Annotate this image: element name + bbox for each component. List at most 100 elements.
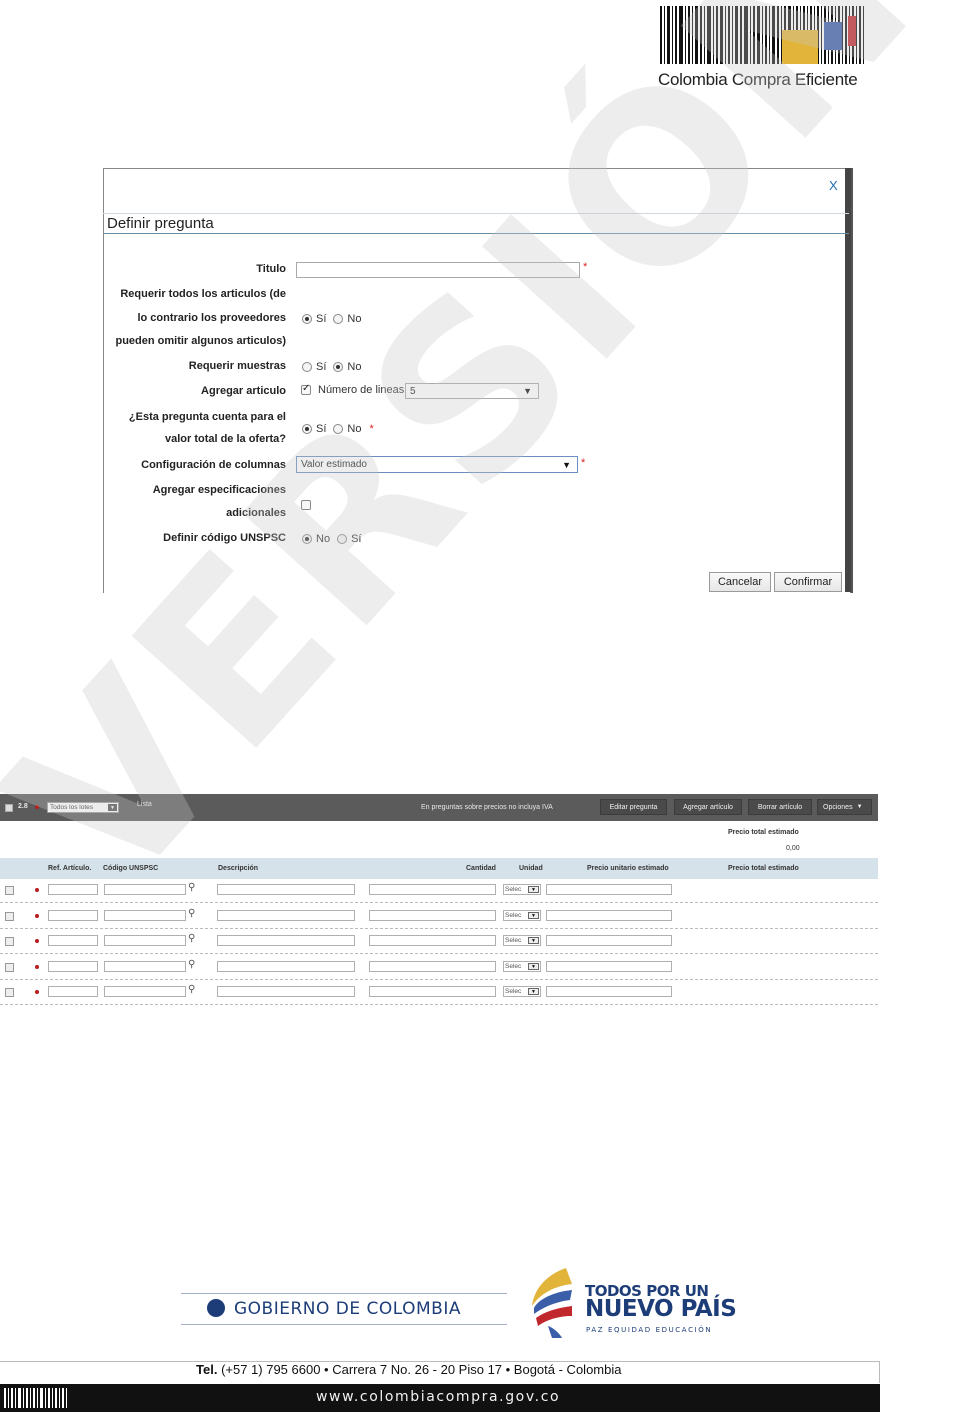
cuenta-valor-si-label: Sí (316, 423, 327, 435)
row-checkbox[interactable] (5, 937, 14, 946)
barcode-icon (4, 1388, 67, 1408)
search-icon[interactable]: ⚲ (188, 908, 195, 919)
delete-item-button[interactable]: Borrar artículo (748, 799, 812, 815)
unidad-placeholder: Selec (505, 963, 522, 970)
edit-question-button[interactable]: Editar pregunta (600, 799, 667, 815)
agregar-articulo-label: Agregar articulo (201, 385, 286, 397)
unidad-select[interactable]: Selec ▼ (503, 884, 541, 895)
required-bullet-icon (35, 965, 39, 969)
unspsc-options: No Sí (302, 533, 361, 545)
chevron-down-icon: ▼ (528, 912, 539, 919)
requerir-articulos-options: Sí No (302, 313, 361, 325)
todos-line-3: PAZ EQUIDAD EDUCACIÓN (586, 1326, 713, 1334)
unidad-select[interactable]: Selec ▼ (503, 935, 541, 946)
precio-unitario-input[interactable] (546, 986, 672, 997)
descripcion-input[interactable] (217, 986, 355, 997)
todos-por-un-nuevo-pais-logo-icon (532, 1268, 572, 1338)
iva-note: En preguntas sobre precios no incluya IV… (421, 804, 553, 811)
close-button[interactable]: X (829, 178, 838, 193)
precio-unitario-input[interactable] (546, 884, 672, 895)
cuenta-valor-no-radio[interactable] (333, 424, 344, 434)
cuenta-valor-si-radio[interactable] (302, 424, 312, 434)
ref-input[interactable] (48, 884, 98, 895)
col-unspsc: Código UNSPSC (103, 865, 159, 872)
titulo-input[interactable] (296, 262, 580, 278)
numero-lineas-value: 5 (410, 385, 416, 397)
requerir-articulos-label-2: lo contrario los proveedores (137, 312, 286, 324)
search-icon[interactable]: ⚲ (188, 933, 195, 944)
requerir-articulos-no-radio[interactable] (333, 314, 344, 324)
unidad-select[interactable]: Selec ▼ (503, 986, 541, 997)
row-checkbox[interactable] (5, 988, 14, 997)
especificaciones-checkbox[interactable] (301, 500, 311, 510)
search-icon[interactable]: ⚲ (188, 882, 195, 893)
cantidad-input[interactable] (369, 961, 496, 972)
descripcion-input[interactable] (217, 935, 355, 946)
footer-url[interactable]: www.colombiacompra.gov.co (316, 1389, 560, 1405)
todos-line-2: NUEVO PAÍS (585, 1296, 737, 1322)
agregar-articulo-checkbox[interactable] (301, 383, 311, 395)
search-icon[interactable]: ⚲ (188, 984, 195, 995)
ref-input[interactable] (48, 961, 98, 972)
precio-unitario-input[interactable] (546, 910, 672, 921)
unspsc-input[interactable] (104, 986, 186, 997)
ref-input[interactable] (48, 935, 98, 946)
descripcion-input[interactable] (217, 910, 355, 921)
confirm-button[interactable]: Confirmar (774, 572, 842, 592)
precio-unitario-input[interactable] (546, 935, 672, 946)
requerir-muestras-si-radio[interactable] (302, 362, 312, 372)
required-bullet-icon (35, 914, 39, 918)
unspsc-input[interactable] (104, 884, 186, 895)
cantidad-input[interactable] (369, 910, 496, 921)
options-button[interactable]: Opciones ▼ (817, 799, 872, 815)
cantidad-input[interactable] (369, 884, 496, 895)
cuenta-valor-label-2: valor total de la oferta? (164, 433, 286, 445)
descripcion-input[interactable] (217, 884, 355, 895)
cancel-button[interactable]: Cancelar (709, 572, 771, 592)
search-icon[interactable]: ⚲ (188, 959, 195, 970)
chevron-down-icon: ▼ (856, 804, 863, 810)
lote-select[interactable]: Todos los lotes ▼ (47, 802, 119, 813)
requerir-articulos-si-label: Sí (316, 313, 327, 325)
total-label: Precio total estimado (728, 829, 799, 836)
especificaciones-label-1: Agregar especificaciones (152, 484, 286, 496)
row-checkbox[interactable] (5, 963, 14, 972)
lote-select-value: Todos los lotes (50, 804, 93, 811)
unidad-placeholder: Selec (505, 937, 522, 944)
col-unidad: Unidad (519, 865, 543, 872)
add-item-button[interactable]: Agregar artículo (674, 799, 742, 815)
chevron-down-icon: ▼ (528, 963, 539, 970)
row-checkbox[interactable] (5, 912, 14, 921)
cantidad-input[interactable] (369, 935, 496, 946)
unspsc-si-radio[interactable] (337, 534, 348, 544)
cantidad-input[interactable] (369, 986, 496, 997)
chevron-down-icon: ▼ (528, 937, 539, 944)
row-divider (0, 928, 878, 929)
title-divider-top (103, 213, 849, 214)
unspsc-input[interactable] (104, 910, 186, 921)
row-divider (0, 953, 878, 954)
unspsc-input[interactable] (104, 935, 186, 946)
unspsc-no-radio[interactable] (302, 534, 312, 544)
unidad-select[interactable]: Selec ▼ (503, 910, 541, 921)
config-columnas-select[interactable]: Valor estimado ▼ (296, 456, 578, 473)
numero-lineas-select[interactable]: 5 ▼ (405, 383, 539, 399)
contact-details: (+57 1) 795 6600 • Carrera 7 No. 26 - 20… (221, 1362, 622, 1377)
title-divider (103, 233, 849, 234)
requerir-muestras-no-radio[interactable] (333, 362, 344, 372)
unidad-select[interactable]: Selec ▼ (503, 961, 541, 972)
requerir-articulos-si-radio[interactable] (302, 314, 312, 324)
row-divider (0, 902, 878, 903)
ref-input[interactable] (48, 986, 98, 997)
select-all-checkbox[interactable] (5, 804, 13, 812)
contact-info: Tel. (+57 1) 795 6600 • Carrera 7 No. 26… (196, 1362, 621, 1377)
precio-unitario-input[interactable] (546, 961, 672, 972)
unspsc-input[interactable] (104, 961, 186, 972)
requerir-muestras-options: Sí No (302, 361, 361, 373)
row-checkbox[interactable] (5, 886, 14, 895)
descripcion-input[interactable] (217, 961, 355, 972)
chevron-down-icon: ▼ (562, 459, 571, 470)
ref-input[interactable] (48, 910, 98, 921)
dialog-title: Definir pregunta (107, 215, 214, 232)
col-cantidad: Cantidad (466, 865, 496, 872)
